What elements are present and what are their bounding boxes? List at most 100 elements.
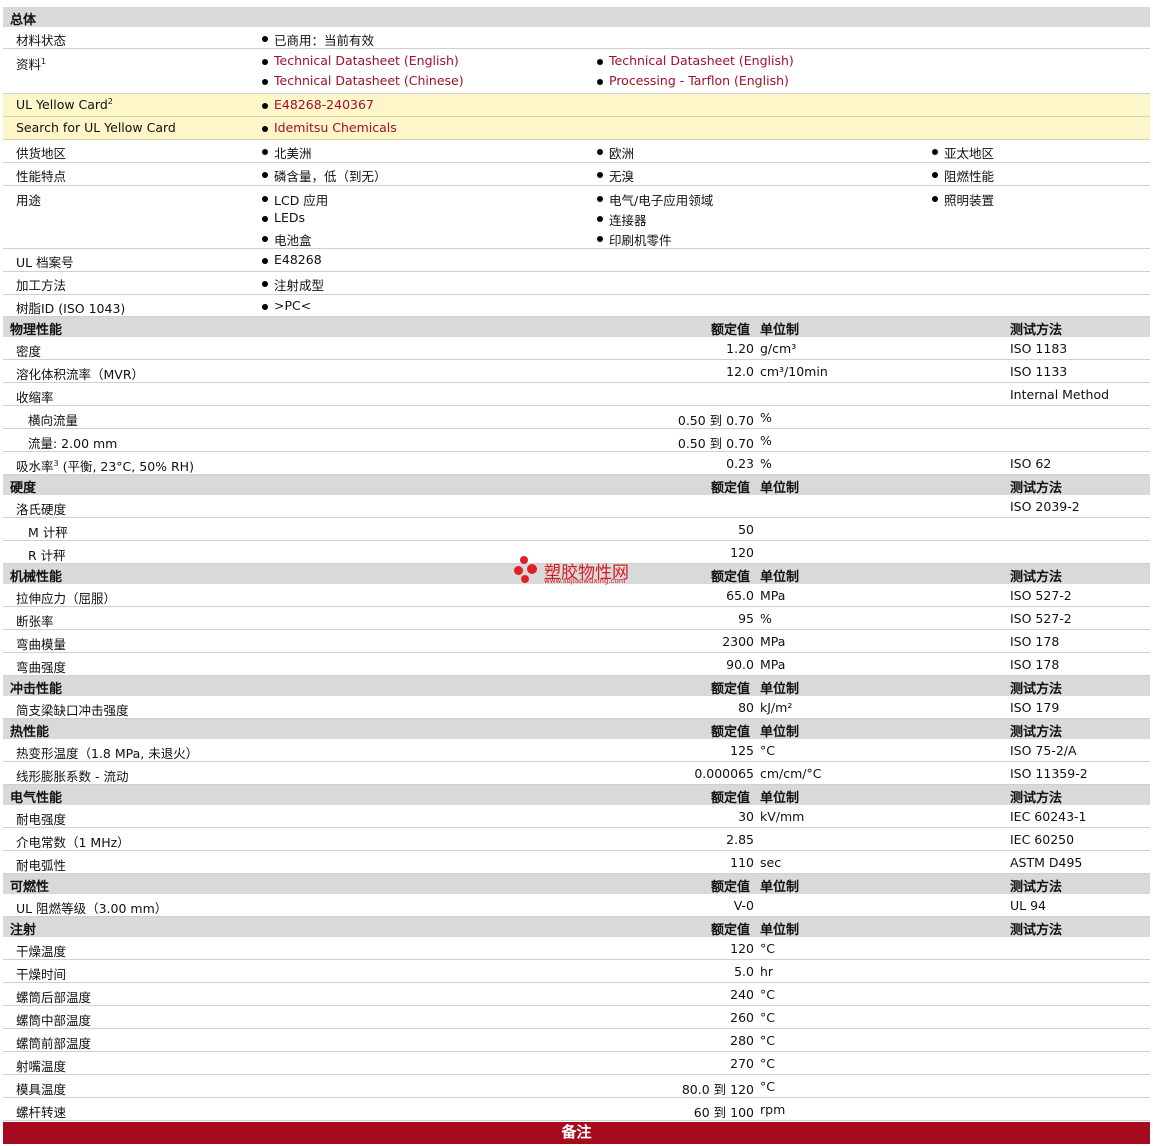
- nominal-value: 60 到 100: [693, 1105, 754, 1120]
- electrical-section-header: 电气性能 额定值 单位制 测试方法: [3, 785, 1150, 806]
- watermark-url: www.sujiaowuxing.com: [544, 577, 626, 585]
- nominal-value: 0.50 到 0.70: [677, 413, 754, 428]
- property-name: 流量: 2.00 mm: [28, 436, 118, 451]
- ul-yellow-card-link[interactable]: E48268-240367: [260, 97, 374, 112]
- use-item: LCD 应用: [260, 190, 328, 209]
- injection-row: 螺筒前部温度 280 °C: [3, 1029, 1150, 1052]
- property-name: 干燥时间: [16, 967, 67, 982]
- ul-file-row: UL 档案号 E48268: [3, 249, 1150, 272]
- property-name: 射嘴温度: [16, 1059, 67, 1074]
- property-name: 洛氏硬度: [16, 502, 67, 517]
- property-label: UL 档案号: [16, 252, 74, 271]
- nominal-value: 80.0 到 120: [681, 1082, 754, 1097]
- injection-row: 射嘴温度 270 °C: [3, 1052, 1150, 1075]
- feature-item: 阻燃性能: [930, 166, 994, 185]
- processing-link-english[interactable]: Processing - Tarflon (English): [595, 73, 789, 88]
- test-method-header: 测试方法: [1010, 570, 1063, 585]
- property-label: 性能特点: [16, 166, 66, 185]
- nominal-value: 0.50 到 0.70: [677, 436, 754, 451]
- flammability-section-title: 可燃性: [10, 880, 50, 895]
- datasheet-link-english-2[interactable]: Technical Datasheet (English): [595, 53, 794, 68]
- unit-header: 单位制: [760, 570, 800, 585]
- mechanical-row: 弯曲模量 2300 MPa ISO 178: [3, 630, 1150, 653]
- unit-value: °C: [760, 1079, 775, 1094]
- physical-row: 流量: 2.00 mm 0.50 到 0.70%: [3, 429, 1150, 452]
- property-name: 耐电强度: [16, 812, 67, 827]
- property-label: 螺筒前部温度: [16, 1033, 91, 1052]
- property-label: 耐电弧性: [16, 855, 66, 874]
- property-label: 射嘴温度: [16, 1056, 66, 1075]
- property-label: 螺筒后部温度: [16, 987, 91, 1006]
- injection-row: 螺杆转速 60 到 100 rpm: [3, 1098, 1150, 1121]
- injection-section-header: 注射 额定值 单位制 测试方法: [3, 917, 1150, 938]
- unit-header: 单位制: [760, 725, 800, 740]
- use-item: 电气/电子应用领域: [595, 190, 713, 209]
- unit-value: °C: [760, 1010, 775, 1025]
- property-name: 介电常数（1 MHz）: [16, 835, 130, 850]
- electrical-section-title: 电气性能: [10, 791, 63, 806]
- nominal-value: 5.0: [734, 964, 754, 979]
- property-label: 弯曲模量: [16, 634, 66, 653]
- injection-row: 干燥温度 120 °C: [3, 937, 1150, 960]
- hardness-section-title: 硬度: [10, 481, 37, 496]
- property-label: 横向流量: [28, 410, 78, 429]
- physical-row: 吸水率3 (平衡, 23°C, 50% RH) 0.23% ISO 62: [3, 452, 1150, 475]
- property-name: 螺筒中部温度: [16, 1013, 92, 1028]
- property-label: M 计秤: [28, 522, 68, 541]
- test-method-value: ISO 1183: [1010, 341, 1068, 356]
- property-label: 树脂ID (ISO 1043): [16, 298, 125, 317]
- unit-value: rpm: [760, 1102, 786, 1117]
- nominal-value: 2300: [722, 634, 754, 649]
- nominal-value: 110: [730, 855, 754, 870]
- physical-row: 收缩率 Internal Method: [3, 383, 1150, 406]
- nominal-value: 280: [730, 1033, 754, 1048]
- property-name: 密度: [16, 344, 42, 359]
- test-method-header: 测试方法: [1010, 791, 1063, 806]
- property-name: 树脂ID (ISO 1043): [16, 301, 126, 316]
- nominal-value-header: 额定值: [711, 570, 751, 585]
- datasheet-link-english[interactable]: Technical Datasheet (English): [260, 53, 459, 68]
- material-status-value: 已商用：当前有效: [260, 30, 374, 49]
- nominal-value: 2.85: [726, 832, 754, 847]
- property-label: 供货地区: [16, 143, 66, 162]
- process-method-row: 加工方法 注射成型: [3, 272, 1150, 295]
- property-label: 螺杆转速: [16, 1102, 66, 1121]
- ul-search-row: Search for UL Yellow Card Idemitsu Chemic…: [3, 117, 1150, 140]
- feature-item: 磷含量，低（到无）: [260, 166, 387, 185]
- impact-row: 简支梁缺口冲击强度 80 kJ/m² ISO 179: [3, 696, 1150, 719]
- property-name: 资料: [16, 57, 42, 72]
- property-label: 洛氏硬度: [16, 499, 66, 518]
- test-method-header: 测试方法: [1010, 323, 1063, 338]
- unit-value: %: [760, 410, 772, 425]
- injection-row: 模具温度 80.0 到 120 °C: [3, 1075, 1150, 1098]
- unit-value: g/cm³: [760, 341, 797, 356]
- supply-region-row: 供货地区 北美洲 欧洲 亚太地区: [3, 140, 1150, 163]
- physical-row: 密度 1.20 g/cm³ ISO 1183: [3, 337, 1150, 360]
- ul-search-link[interactable]: Idemitsu Chemicals: [260, 120, 397, 135]
- nominal-value: V-0: [733, 898, 754, 913]
- datasheet-link-chinese[interactable]: Technical Datasheet (Chinese): [260, 73, 464, 88]
- material-status-row: 材料状态 已商用：当前有效: [3, 27, 1150, 49]
- nominal-value: 80: [738, 700, 754, 715]
- property-label: 用途: [16, 190, 41, 209]
- unit-value: °C: [760, 1033, 775, 1048]
- injection-row: 干燥时间 5.0 hr: [3, 960, 1150, 983]
- documents-row: 资料1 Technical Datasheet (English) Technica…: [3, 49, 1150, 94]
- unit-header: 单位制: [760, 682, 800, 697]
- property-name: 拉伸应力（屈服）: [16, 591, 117, 606]
- feature-item: 无溴: [595, 166, 634, 185]
- nominal-value-header: 额定值: [711, 880, 751, 895]
- nominal-value: 12.0: [726, 364, 754, 379]
- test-method-value: ISO 75-2/A: [1010, 743, 1077, 758]
- property-label: 加工方法: [16, 275, 66, 294]
- unit-value: MPa: [760, 588, 786, 603]
- property-name: UL 阻燃等级（3.00 mm）: [16, 901, 168, 916]
- property-name: UL 档案号: [16, 255, 74, 270]
- logo-dot: [514, 566, 523, 575]
- property-name: 用途: [16, 193, 42, 208]
- test-method-value: ISO 179: [1010, 700, 1060, 715]
- property-label: 干燥时间: [16, 964, 66, 983]
- features-row: 性能特点 磷含量，低（到无） 无溴 阻燃性能: [3, 163, 1150, 186]
- property-name: 收缩率: [16, 390, 54, 405]
- thermal-section-title: 热性能: [10, 725, 50, 740]
